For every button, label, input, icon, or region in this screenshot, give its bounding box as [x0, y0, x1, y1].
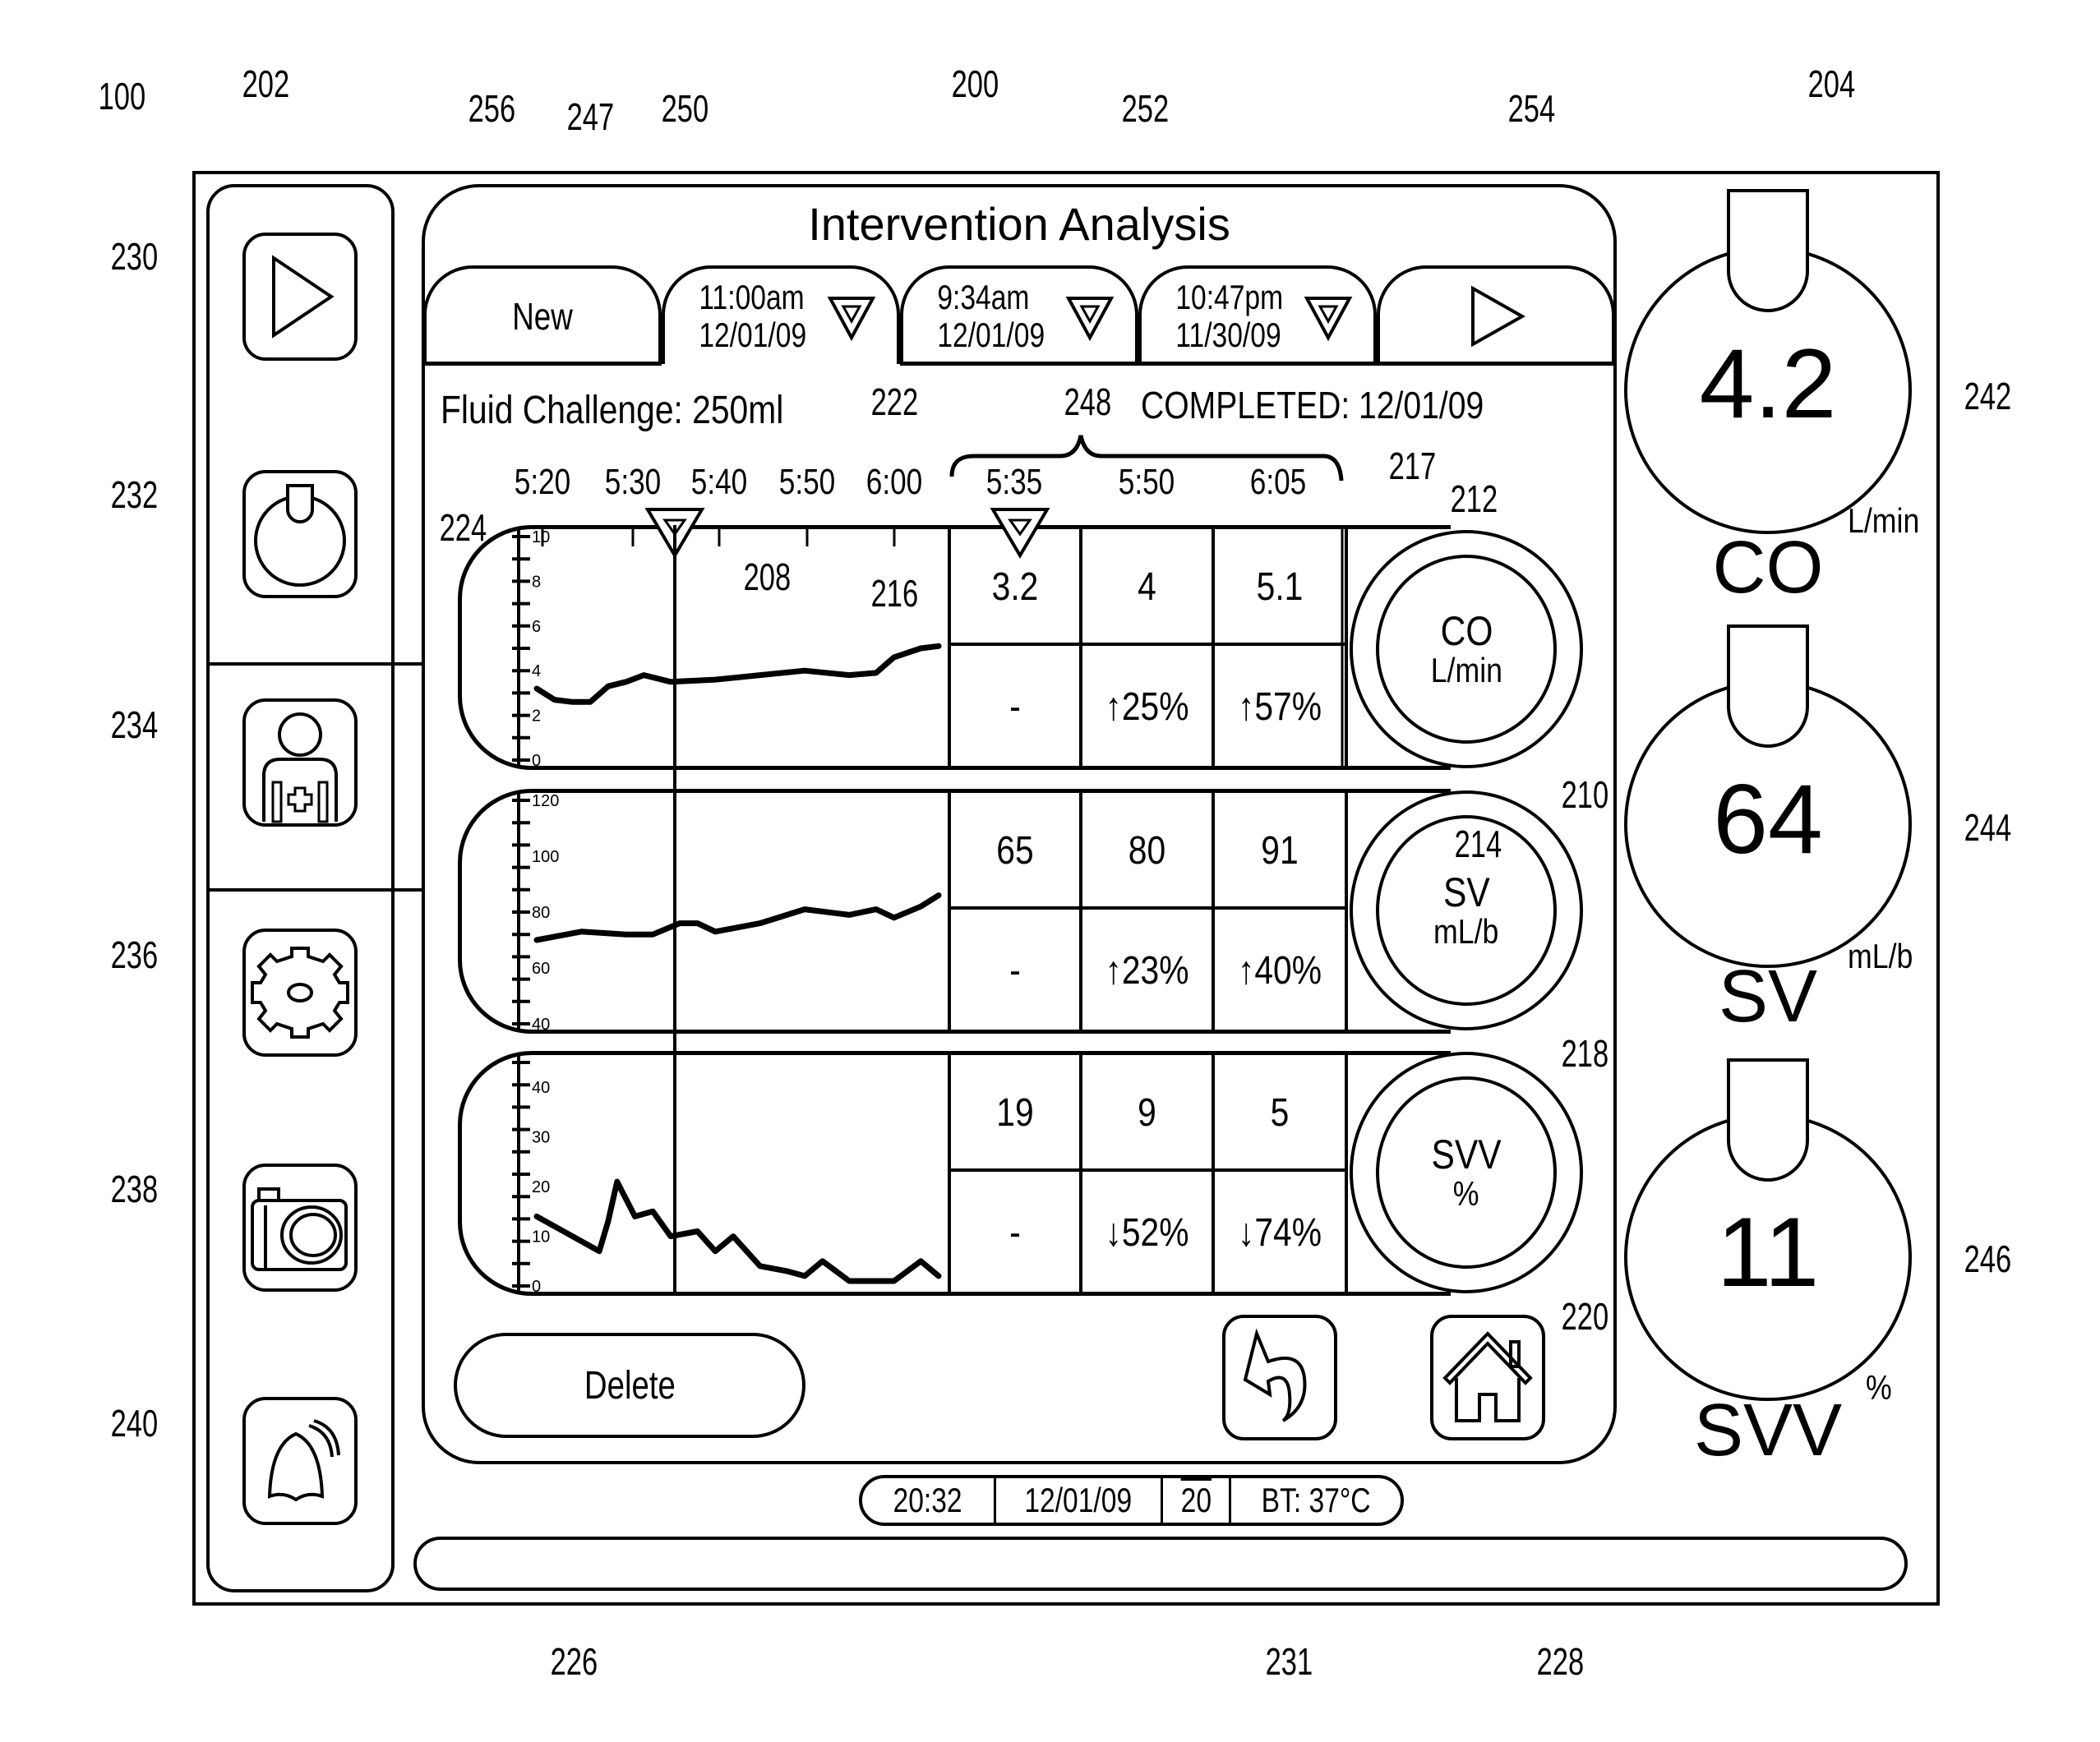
gauge-svv-value: 11	[1716, 1197, 1820, 1307]
change-cell: -	[1009, 685, 1021, 729]
value-cell: 19	[996, 1090, 1034, 1135]
y-tick-label: 10	[532, 1228, 550, 1247]
home-icon	[1442, 1330, 1533, 1422]
change-cell: -	[1009, 949, 1021, 993]
y-tick-label: 40	[532, 1079, 550, 1097]
gauge-sv-unit: mL/b	[1848, 937, 1913, 975]
value-cell: 65	[996, 828, 1034, 873]
status-bar: 20:32 12/01/09 20 BT: 37°C	[859, 1475, 1404, 1526]
value-cell: 5.1	[1256, 565, 1304, 609]
ref-numeral: 254	[1507, 87, 1556, 130]
message-bar	[413, 1537, 1908, 1591]
value-cell: 91	[1261, 828, 1299, 873]
status-date: 12/01/09	[996, 1478, 1163, 1523]
gauge-co-unit: L/min	[1848, 501, 1920, 540]
undo-icon	[1243, 1328, 1307, 1422]
gauge-knob	[1727, 189, 1809, 312]
parameter-select-co[interactable]: CO L/min	[1350, 530, 1583, 768]
value-cell: 4	[1138, 565, 1156, 609]
status-body-temp: BT: 37°C	[1261, 1481, 1371, 1519]
gauge-sv-value: 64	[1713, 764, 1823, 874]
delete-button[interactable]: Delete	[454, 1333, 805, 1438]
parameter-name: CO	[1440, 608, 1493, 654]
ref-numeral: 214	[1454, 823, 1502, 865]
y-tick-label: 100	[532, 848, 559, 866]
ref-numeral: 216	[870, 572, 919, 615]
trend-line-svv	[533, 1178, 942, 1284]
change-cell: ↑40%	[1237, 949, 1322, 993]
change-cell: -	[1009, 1211, 1021, 1255]
y-tick-label: 80	[532, 904, 550, 922]
y-tick-label: 0	[532, 1278, 541, 1296]
trend-line-sv	[533, 892, 942, 943]
parameter-name: SVV	[1431, 1131, 1502, 1177]
ref-numeral: 230	[110, 235, 159, 278]
ref-numeral: 208	[743, 555, 792, 598]
value-cell: 3.2	[991, 565, 1039, 609]
ref-numeral: 250	[661, 87, 709, 130]
y-tick-label: 60	[532, 960, 550, 978]
change-cell: ↑57%	[1237, 685, 1322, 729]
ref-numeral: 236	[110, 933, 159, 976]
undo-button[interactable]	[1222, 1315, 1337, 1440]
ref-numeral: 218	[1561, 1032, 1609, 1075]
gauge-knob	[1727, 624, 1809, 748]
y-tick-label: 8	[532, 573, 541, 591]
ref-numeral: 226	[550, 1640, 598, 1683]
ref-numeral: 248	[1064, 380, 1112, 423]
ref-numeral: 217	[1388, 445, 1437, 487]
gauge-co-value: 4.2	[1699, 329, 1837, 439]
parameter-select-svv[interactable]: SVV %	[1350, 1052, 1583, 1293]
ref-numeral: 240	[110, 1402, 159, 1445]
ref-numeral: 210	[1561, 773, 1609, 816]
status-indicator: 20	[1163, 1478, 1231, 1523]
change-cell: ↓74%	[1237, 1211, 1322, 1255]
ref-numeral: 244	[1964, 806, 2012, 849]
ref-numeral: 246	[1964, 1237, 2012, 1280]
delete-label: Delete	[584, 1363, 676, 1408]
ref-numeral: 222	[870, 380, 919, 423]
y-tick-label: 2	[532, 707, 541, 726]
ref-numeral: 202	[242, 62, 290, 105]
ref-numeral: 220	[1561, 1295, 1609, 1338]
parameter-unit: %	[1453, 1174, 1479, 1213]
ref-numeral: 234	[110, 703, 159, 746]
value-cell: 9	[1138, 1090, 1156, 1135]
trend-line-co	[533, 643, 942, 705]
ref-numeral: 231	[1265, 1640, 1313, 1683]
status-time: 20:32	[862, 1478, 996, 1523]
ref-numeral: 247	[566, 95, 615, 138]
y-tick-label: 20	[532, 1178, 550, 1196]
home-button[interactable]	[1430, 1315, 1545, 1440]
y-tick-label: 6	[532, 618, 541, 636]
value-cell: 80	[1128, 828, 1166, 873]
value-cell: 5	[1270, 1090, 1290, 1135]
y-tick-label: 0	[532, 752, 541, 770]
change-cell: ↓52%	[1105, 1211, 1189, 1255]
gauge-knob	[1727, 1058, 1809, 1182]
change-cell: ↑23%	[1105, 949, 1189, 993]
ref-numeral: 200	[951, 62, 999, 105]
ref-numeral: 252	[1121, 87, 1170, 130]
y-tick-label: 30	[532, 1129, 550, 1147]
table-bracket	[949, 435, 1344, 482]
ref-numeral: 238	[110, 1168, 159, 1210]
y-tick-label: 10	[532, 528, 550, 546]
ref-numeral: 242	[1964, 375, 2012, 417]
parameter-name: SV	[1442, 869, 1490, 915]
parameter-unit: mL/b	[1433, 912, 1499, 951]
ref-numeral: 228	[1536, 1640, 1585, 1683]
ref-numeral: 100	[98, 75, 146, 118]
ref-numeral: 232	[110, 473, 159, 516]
ref-numeral: 224	[439, 506, 487, 549]
gauge-svv-unit: %	[1866, 1368, 1892, 1407]
change-cell: ↑25%	[1105, 685, 1189, 729]
y-tick-label: 4	[532, 662, 541, 680]
y-tick-label: 120	[532, 792, 559, 810]
ref-numeral: 212	[1450, 477, 1498, 520]
parameter-unit: L/min	[1430, 651, 1502, 689]
ref-numeral: 256	[468, 87, 516, 130]
ref-numeral: 204	[1807, 62, 1856, 105]
y-tick-label: 40	[532, 1016, 550, 1034]
